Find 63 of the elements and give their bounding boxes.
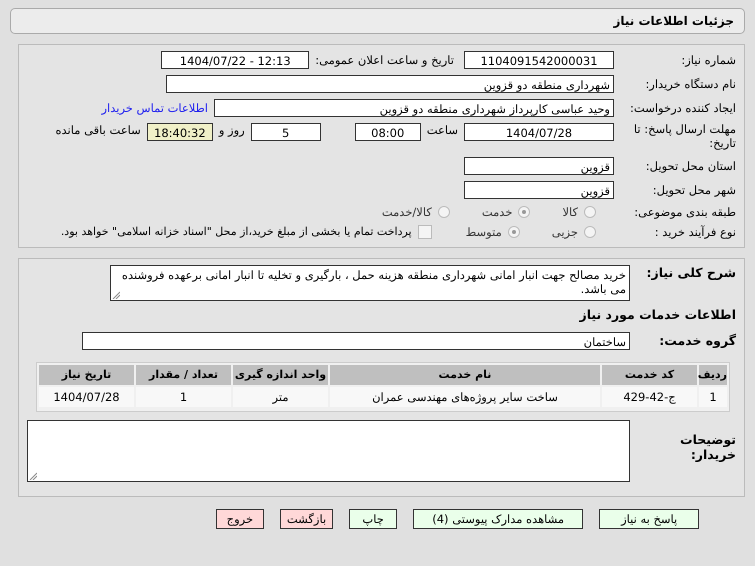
column-header: تاریخ نیاز: [39, 364, 134, 385]
description-textarea[interactable]: خرید مصالح جهت انبار امانی شهرداری منطقه هزینه حمل ، بارگیری و تخلیه تا انبار امانی برعهده فروشنده می باشد.: [110, 264, 630, 301]
remaining-time-field: 18:40:32: [146, 123, 213, 141]
table-cell: 1: [136, 386, 231, 407]
description-text: خرید مصالح جهت انبار امانی شهرداری منطقه هزینه حمل ، بارگیری و تخلیه تا انبار امانی برعهده فروشنده می باشد.: [122, 268, 626, 296]
field-label: ایجاد کننده درخواست:: [629, 101, 736, 115]
column-header: نام خدمت: [330, 364, 600, 385]
radio-button[interactable]: [508, 226, 520, 238]
field-label: مهلت ارسال پاسخ: تا تاریخ:: [632, 123, 736, 151]
table-cell: ج-42-429: [602, 386, 697, 407]
field-label: روز و: [218, 123, 245, 137]
service-group-field: ساختمان: [82, 332, 630, 350]
buyer-field: شهرداری منطقه دو قزوین: [166, 75, 614, 93]
action-button[interactable]: پاسخ به نیاز: [599, 508, 700, 529]
field-label: شرح کلی نیاز:: [646, 264, 736, 280]
column-header: تعداد / مقدار: [136, 364, 231, 385]
field-label: نوع فرآیند خرید :: [654, 224, 736, 239]
table-cell: متر: [233, 386, 328, 407]
buyer-notes-textarea[interactable]: [27, 420, 630, 482]
need-number-field: 1104091542000031: [464, 51, 614, 69]
field-label: استان محل تحویل:: [644, 158, 736, 173]
field-label: طبقه بندی موضوعی:: [633, 204, 736, 219]
creator-field: وحید عباسی کارپرداز شهرداری منطقه دو قزوین: [214, 99, 614, 117]
days-field: 5: [250, 123, 321, 141]
radio-label: کالا: [562, 204, 578, 219]
field-label: توضیحات خریدار:: [679, 430, 736, 462]
payment-note: پرداخت تمام یا بخشی از مبلغ خرید،از محل "اسناد خزانه اسلامی" خواهد بود.: [60, 225, 412, 238]
action-button[interactable]: خروج: [216, 508, 264, 529]
radio-label: جزیی: [552, 224, 578, 239]
radio-button[interactable]: [584, 226, 596, 238]
deadline-date-field: 1404/07/28: [464, 123, 614, 141]
city-field: قزوین: [464, 180, 614, 199]
field-label: شهر محل تحویل:: [652, 182, 736, 197]
buyer-contact-link[interactable]: اطلاعات تماس خریدار: [101, 101, 208, 115]
action-button[interactable]: مشاهده مدارک پیوستی (4): [413, 508, 584, 529]
table-cell: 1404/07/28: [39, 386, 134, 407]
field-label: ساعت باقی مانده: [56, 123, 141, 137]
radio-label: کالا/خدمت: [382, 204, 432, 219]
field-label: ساعت: [426, 123, 458, 137]
column-header: ردیف: [699, 364, 727, 385]
field-label: تاریخ و ساعت اعلان عمومی:: [315, 53, 454, 67]
radio-label: متوسط: [466, 224, 502, 239]
field-label: شماره نیاز:: [680, 53, 736, 67]
deadline-time-field: 08:00: [354, 123, 421, 141]
announce-date-field: 1404/07/22 - 12:13: [161, 51, 310, 69]
checkbox[interactable]: [418, 224, 432, 239]
action-button[interactable]: بازگشت: [280, 508, 334, 529]
field-label: نام دستگاه خریدار:: [644, 77, 736, 91]
resize-grip-icon[interactable]: [112, 290, 120, 299]
field-label: گروه خدمت:: [658, 333, 736, 348]
resize-grip-icon[interactable]: [29, 472, 37, 480]
province-field: قزوین: [464, 156, 614, 175]
radio-button[interactable]: [518, 206, 530, 218]
table-cell: ساخت سایر پروژه‌های مهندسی عمران: [330, 386, 600, 407]
action-button[interactable]: چاپ: [349, 508, 398, 529]
column-header: واحد اندازه گیری: [233, 364, 328, 385]
section-heading: اطلاعات خدمات مورد نیاز: [578, 306, 736, 322]
radio-button[interactable]: [584, 206, 596, 218]
column-header: کد خدمت: [602, 364, 697, 385]
radio-label: خدمت: [482, 204, 512, 219]
table-cell: 1: [699, 386, 727, 407]
page-title: جزئیات اطلاعات نیاز: [613, 14, 734, 28]
radio-button[interactable]: [438, 206, 450, 218]
